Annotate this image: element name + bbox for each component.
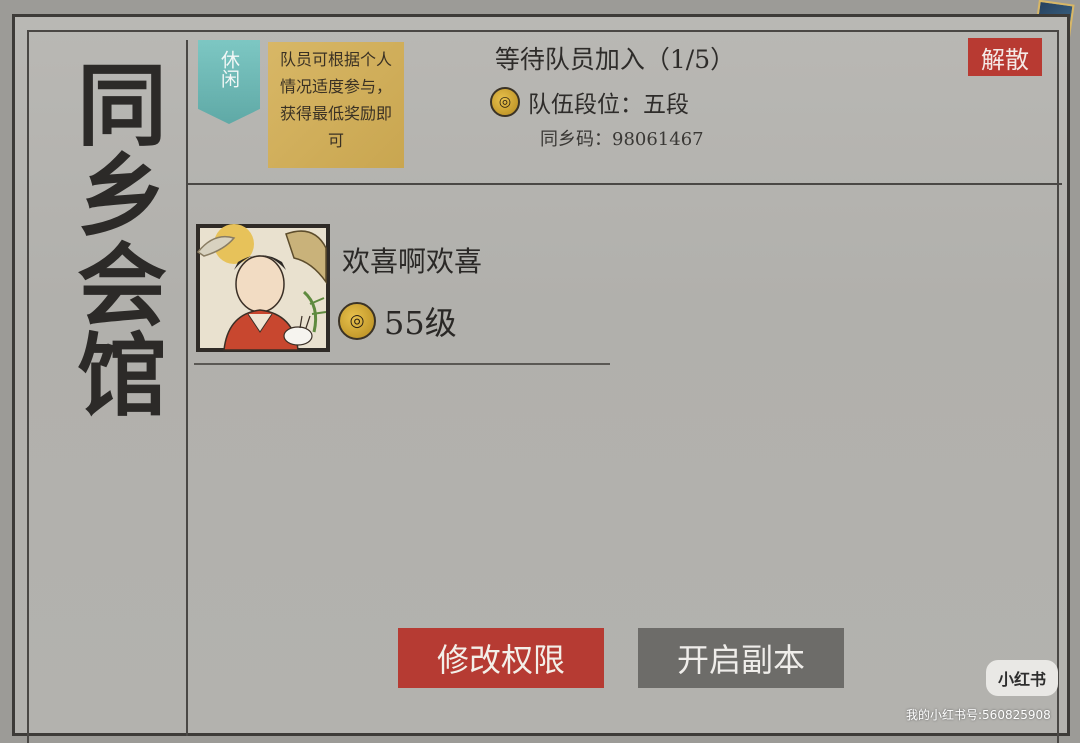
modify-permissions-button[interactable]: 修改权限 (398, 628, 604, 688)
sidebar-divider (186, 40, 188, 736)
member-level-row: ◎ 55级 (338, 298, 457, 344)
mode-description: 队员可根据个人情况适度参与，获得最低奖励即可 (268, 42, 404, 168)
hometown-code: 同乡码：98061467 (540, 129, 704, 150)
page-title: 同乡会馆 (61, 58, 167, 418)
team-rank-row: ◎ 队伍段位：五段 (490, 84, 689, 120)
disband-button[interactable]: 解散 (968, 38, 1042, 76)
watermark-id: 我的小红书号:560825908 (906, 708, 1051, 722)
start-instance-button[interactable]: 开启副本 (638, 628, 844, 688)
mode-tag: 休闲 (198, 40, 260, 124)
rank-coin-icon: ◎ (490, 87, 520, 117)
team-rank-label: 队伍段位：五段 (528, 92, 689, 118)
member-divider (194, 363, 610, 365)
member-avatar[interactable] (194, 222, 332, 354)
mode-tag-label: 休闲 (218, 50, 240, 88)
member-level: 55级 (384, 304, 457, 342)
waiting-status: 等待队员加入（1/5） (494, 45, 736, 74)
level-coin-icon: ◎ (338, 302, 376, 340)
header-divider (188, 183, 1062, 185)
watermark-logo: 小红书 (986, 660, 1058, 696)
member-name: 欢喜啊欢喜 (342, 245, 483, 278)
